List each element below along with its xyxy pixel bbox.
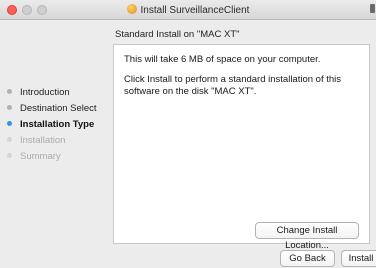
step-installation-type: Installation Type (7, 119, 94, 130)
installer-package-icon (126, 4, 137, 14)
step-bullet-icon (7, 105, 12, 110)
content-panel: This will take 6 MB of space on your com… (113, 44, 370, 244)
step-installation: Installation (7, 135, 65, 146)
window-title-text: Install SurveillanceClient (140, 5, 250, 16)
install-instructions: Click Install to perform a standard inst… (124, 74, 342, 97)
step-introduction: Introduction (7, 87, 70, 98)
install-button[interactable]: Install (341, 250, 376, 267)
step-label: Installation (20, 135, 66, 146)
step-label: Installation Type (20, 119, 95, 130)
step-bullet-icon (7, 153, 12, 158)
install-subtitle: Standard Install on "MAC XT" (115, 29, 240, 40)
step-label: Introduction (20, 87, 70, 98)
window-title: Install SurveillanceClient (0, 4, 376, 16)
step-label: Destination Select (20, 103, 97, 114)
lock-icon (370, 4, 375, 13)
title-bar: Install SurveillanceClient (0, 0, 376, 20)
go-back-button[interactable]: Go Back (280, 250, 335, 267)
step-destination-select: Destination Select (7, 103, 97, 114)
step-label: Summary (20, 151, 61, 162)
step-bullet-icon (7, 121, 12, 126)
installer-steps-sidebar: Introduction Destination Select Installa… (0, 20, 112, 268)
step-summary: Summary (7, 151, 61, 162)
step-bullet-icon (7, 137, 12, 142)
disk-space-message: This will take 6 MB of space on your com… (124, 54, 321, 65)
change-install-location-button[interactable]: Change Install Location... (255, 222, 359, 251)
step-bullet-icon (7, 89, 12, 94)
